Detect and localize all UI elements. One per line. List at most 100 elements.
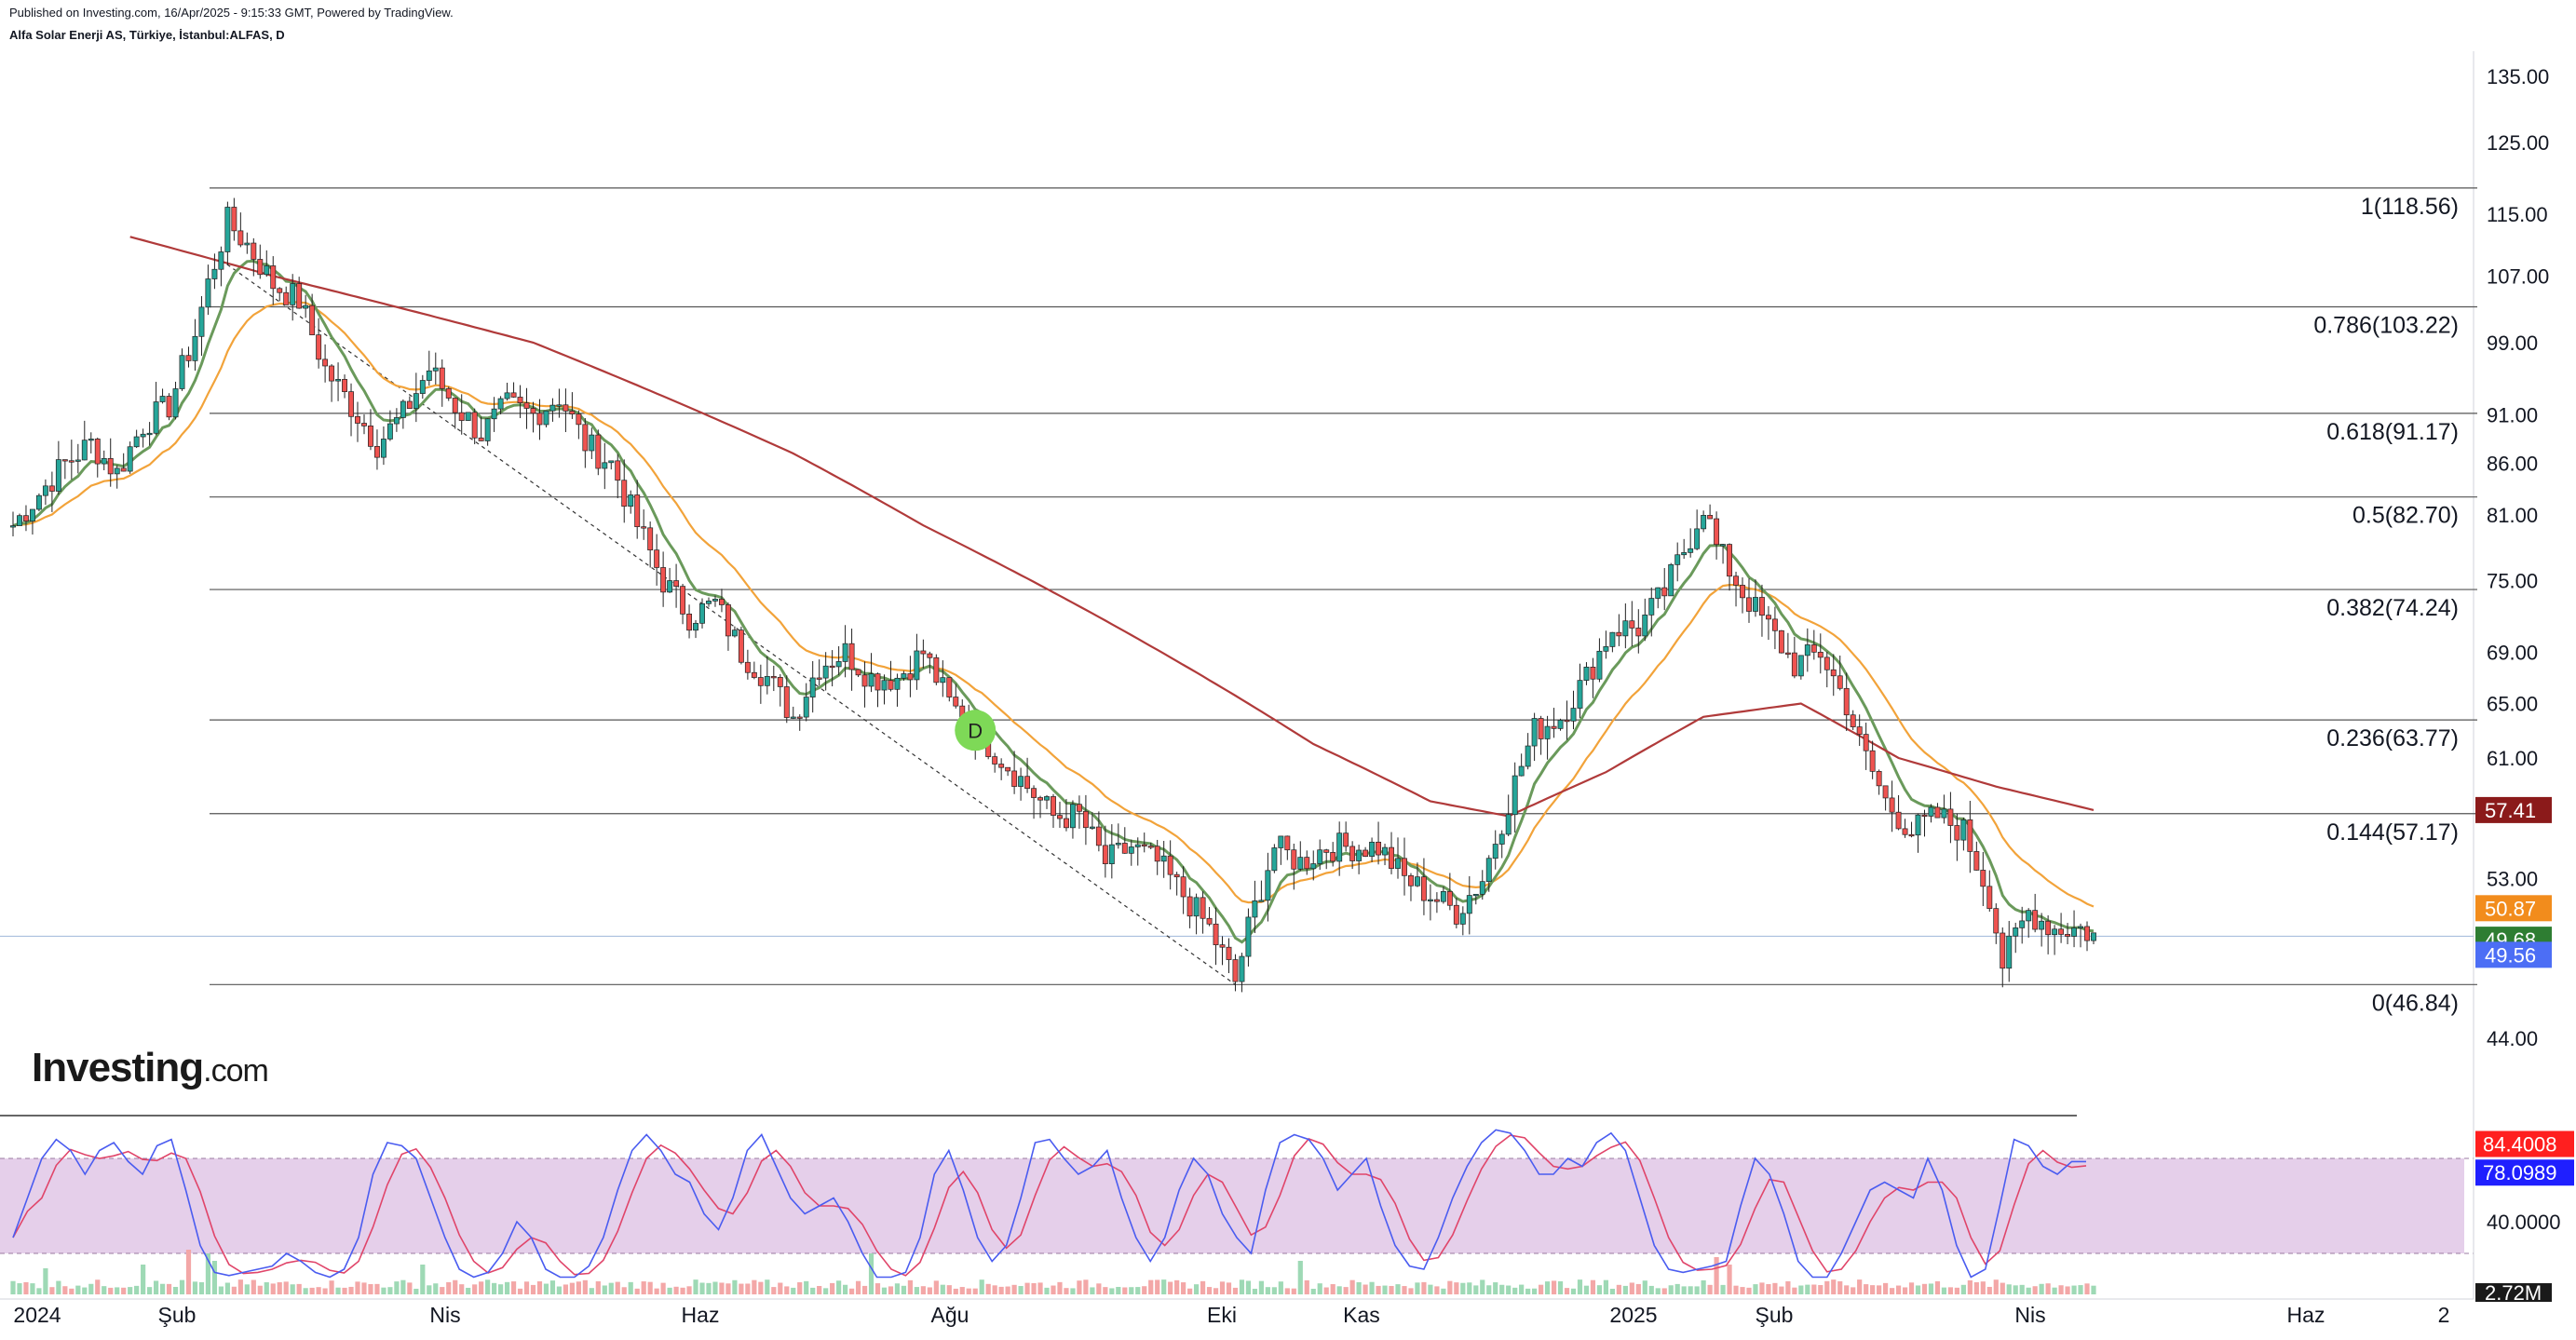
candle-body — [764, 676, 770, 686]
candle-body — [1577, 680, 1583, 709]
volume-bar — [472, 1284, 478, 1294]
candle-body — [1596, 650, 1603, 680]
candle-body — [1622, 620, 1629, 637]
candle-body — [543, 410, 549, 426]
candle-body — [1505, 814, 1512, 835]
volume-bar — [1441, 1288, 1446, 1294]
candle-body — [406, 400, 413, 410]
candle-body — [1271, 847, 1278, 872]
volume-bar — [1902, 1287, 1908, 1294]
volume-bar — [1258, 1280, 1264, 1294]
logo-brand: Investing — [32, 1045, 204, 1090]
candle-body — [68, 460, 75, 463]
volume-bar — [1310, 1288, 1316, 1294]
candle-body — [1551, 725, 1557, 729]
candle-body — [458, 412, 465, 421]
candle-body — [1635, 628, 1642, 637]
logo-domain: .com — [203, 1053, 269, 1089]
volume-bar — [706, 1282, 712, 1294]
volume-bar — [1291, 1288, 1296, 1294]
volume-bar — [901, 1285, 907, 1294]
candle-body — [940, 677, 946, 684]
candle-body — [380, 439, 386, 458]
candle-body — [439, 367, 445, 389]
candle-body — [1291, 849, 1297, 870]
volume-bar — [2013, 1285, 2018, 1294]
volume-bar — [1661, 1288, 1667, 1294]
volume-bar — [211, 1261, 218, 1294]
candle-body — [1921, 814, 1928, 818]
candle-body — [1024, 776, 1031, 790]
candle-body — [1108, 844, 1115, 864]
price-badge-text-1: 50.87 — [2485, 897, 2536, 920]
candle-body — [1518, 765, 1525, 777]
volume-bar — [400, 1279, 406, 1294]
price-tick-label-0: 135.00 — [2487, 65, 2549, 88]
candle-body — [1420, 876, 1427, 901]
candle-body — [205, 278, 211, 308]
volume-bar — [778, 1282, 783, 1294]
volume-bar — [765, 1279, 770, 1294]
volume-bar — [523, 1281, 530, 1294]
volume-bar — [563, 1284, 569, 1294]
volume-bar — [1766, 1283, 1771, 1294]
volume-bar — [394, 1281, 400, 1294]
candle-body — [257, 259, 264, 276]
volume-bar — [510, 1281, 517, 1294]
candle-body — [1395, 858, 1401, 869]
candle-body — [1485, 858, 1492, 883]
volume-bar — [804, 1280, 809, 1294]
candle-body — [1674, 554, 1681, 565]
volume-bar — [1851, 1287, 1856, 1294]
volume-bar — [446, 1281, 452, 1294]
volume-bar — [147, 1287, 153, 1294]
candle-body — [1727, 544, 1732, 577]
candle-body — [1154, 846, 1160, 862]
candle-body — [94, 439, 101, 465]
volume-bar — [1460, 1282, 1466, 1294]
chart-root: Published on Investing.com, 16/Apr/2025 … — [0, 0, 2576, 1335]
volume-bar — [549, 1280, 556, 1294]
volume-bar — [1323, 1287, 1329, 1294]
osc-badge-text-1: 78.0989 — [2483, 1161, 2557, 1184]
volume-bar — [1135, 1287, 1141, 1294]
candle-body — [1226, 946, 1232, 960]
candle-body — [1967, 819, 1973, 852]
candle-body — [1720, 544, 1727, 547]
price-tick-label-10: 65.00 — [2487, 693, 2538, 716]
volume-bar — [75, 1285, 81, 1294]
volume-bar — [2045, 1283, 2051, 1294]
candle-body — [699, 602, 705, 624]
fib-label-3: 0.5(82.70) — [2352, 503, 2459, 529]
dividend-marker-label: D — [968, 719, 983, 742]
candle-body — [1057, 815, 1063, 819]
volume-bar — [1044, 1287, 1050, 1294]
candle-body — [322, 359, 329, 367]
volume-bar — [1837, 1280, 1843, 1294]
symbol-title: Alfa Solar Enerji AS, Türkiye, İstanbul:… — [9, 28, 285, 42]
volume-bar — [1596, 1285, 1603, 1294]
volume-bar — [1883, 1282, 1889, 1294]
volume-bar — [192, 1281, 198, 1294]
candle-body — [556, 404, 563, 407]
candle-body — [757, 677, 764, 686]
volume-bar — [440, 1287, 445, 1294]
candle-body — [1616, 631, 1622, 637]
volume-bar — [836, 1280, 842, 1294]
volume-bar — [1304, 1279, 1309, 1294]
volume-bar — [1096, 1283, 1102, 1294]
candle-body — [1564, 719, 1570, 723]
volume-bar — [1428, 1284, 1433, 1294]
candle-body — [471, 412, 478, 439]
candle-body — [1343, 832, 1349, 847]
volume-bar — [1824, 1280, 1830, 1294]
volume-bar — [414, 1288, 419, 1294]
volume-bar — [1219, 1281, 1226, 1294]
candle-body — [1778, 629, 1784, 654]
price-badge-text-3: 49.56 — [2485, 943, 2536, 967]
volume-bar — [1226, 1282, 1232, 1294]
volume-bar — [1109, 1288, 1115, 1294]
volume-bar — [1343, 1287, 1349, 1294]
volume-bar — [758, 1281, 764, 1294]
investing-logo: Investing.com — [32, 1045, 269, 1091]
